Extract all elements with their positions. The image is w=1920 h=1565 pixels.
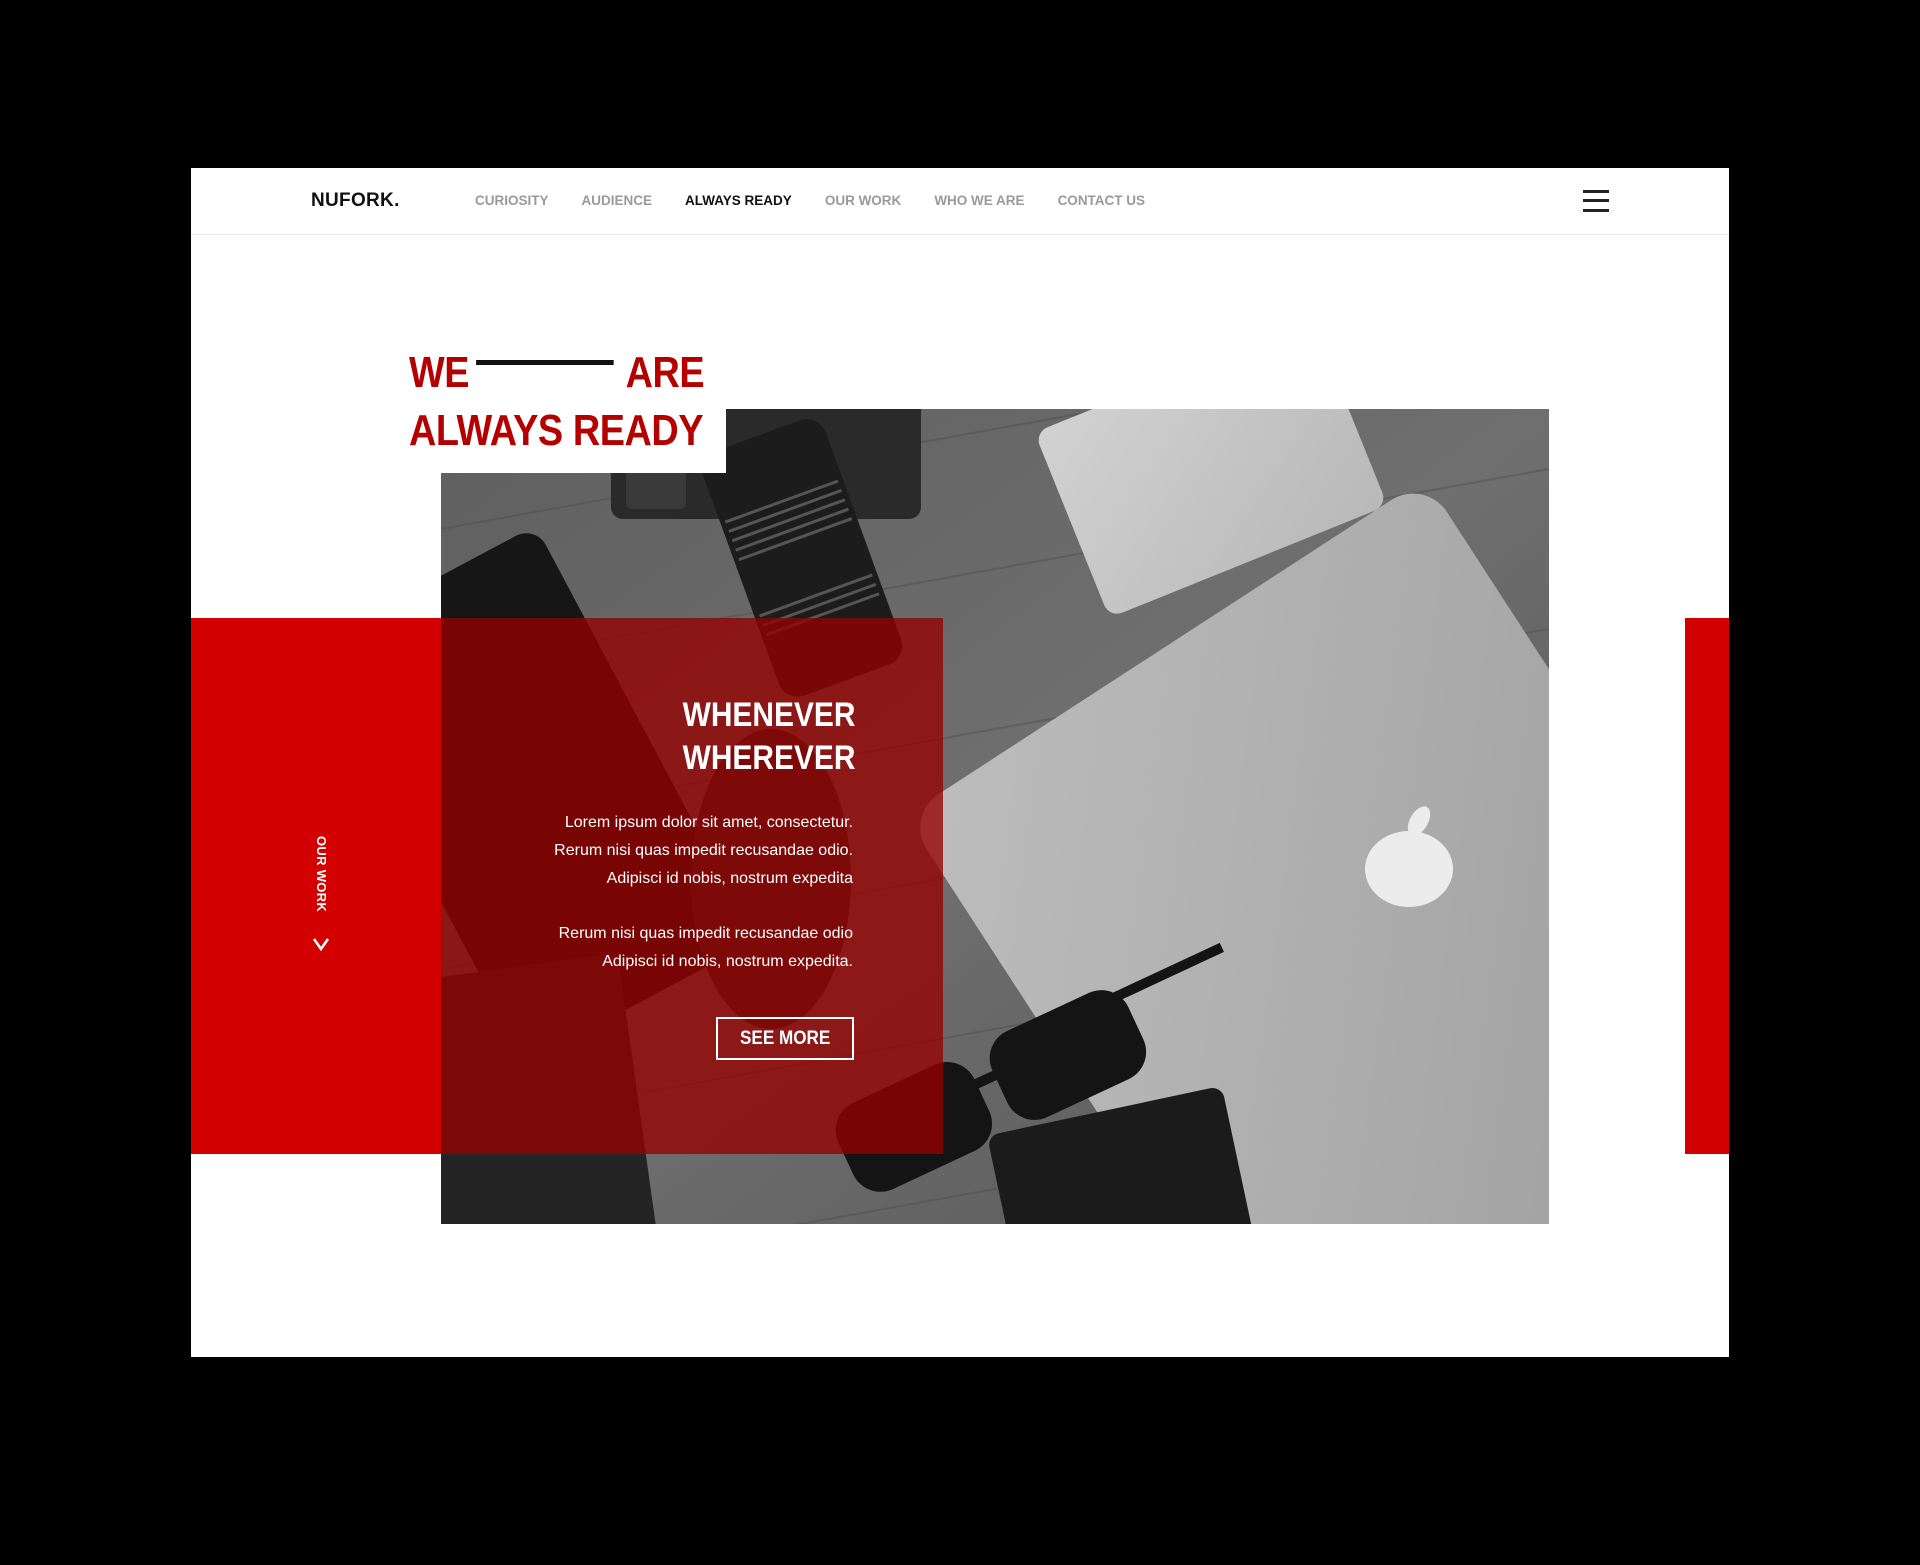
nav-item-who-we-are[interactable]: WHO WE ARE [934,193,1024,208]
card-paragraph-2: Rerum nisi quas impedit recusandae odio … [554,920,853,976]
see-more-button[interactable]: SEE MORE [716,1017,854,1060]
card-title-line-2: WHEREVER [682,739,855,777]
side-nav-our-work[interactable]: OUR WORK [314,836,340,916]
headline-word-are: ARE [625,348,705,397]
red-band-right [1685,618,1729,1154]
card-text-line: Adipisci id nobis, nostrum expedita [606,870,853,887]
card-text-line: Rerum nisi quas impedit recusandae odio. [554,842,853,859]
page: NUFORK. CURIOSITY AUDIENCE ALWAYS READY … [191,168,1729,1357]
hero-headline: WE ARE ALWAYS READY [409,344,705,460]
hamburger-menu-icon[interactable] [1583,190,1609,212]
card-body: Lorem ipsum dolor sit amet, consectetur.… [554,809,853,1003]
card-text-line: Lorem ipsum dolor sit amet, consectetur. [564,814,853,831]
main-nav: CURIOSITY AUDIENCE ALWAYS READY OUR WORK… [475,193,1178,208]
card-text-line: Rerum nisi quas impedit recusandae odio [558,925,853,942]
nav-item-audience[interactable]: AUDIENCE [582,193,653,208]
nav-item-always-ready[interactable]: ALWAYS READY [685,193,792,208]
card-title-line-1: WHENEVER [682,696,855,734]
side-nav-label: OUR WORK [314,836,329,913]
card-paragraph-1: Lorem ipsum dolor sit amet, consectetur.… [554,809,853,893]
nav-item-our-work[interactable]: OUR WORK [825,193,902,208]
chevron-down-icon[interactable] [311,936,331,952]
headline-line-2: ALWAYS READY [409,406,704,455]
brand-logo[interactable]: NUFORK. [311,190,400,212]
headline-word-we: WE [409,348,470,397]
card-title: WHENEVER WHEREVER [682,694,855,780]
card-text-line: Adipisci id nobis, nostrum expedita. [602,953,853,970]
nav-item-curiosity[interactable]: CURIOSITY [475,193,549,208]
hero-card: WHENEVER WHEREVER Lorem ipsum dolor sit … [441,618,943,1154]
nav-item-contact-us[interactable]: CONTACT US [1058,193,1146,208]
headline-dash [475,359,614,365]
top-navbar: NUFORK. CURIOSITY AUDIENCE ALWAYS READY … [191,168,1729,235]
see-more-label: SEE MORE [739,1027,831,1049]
